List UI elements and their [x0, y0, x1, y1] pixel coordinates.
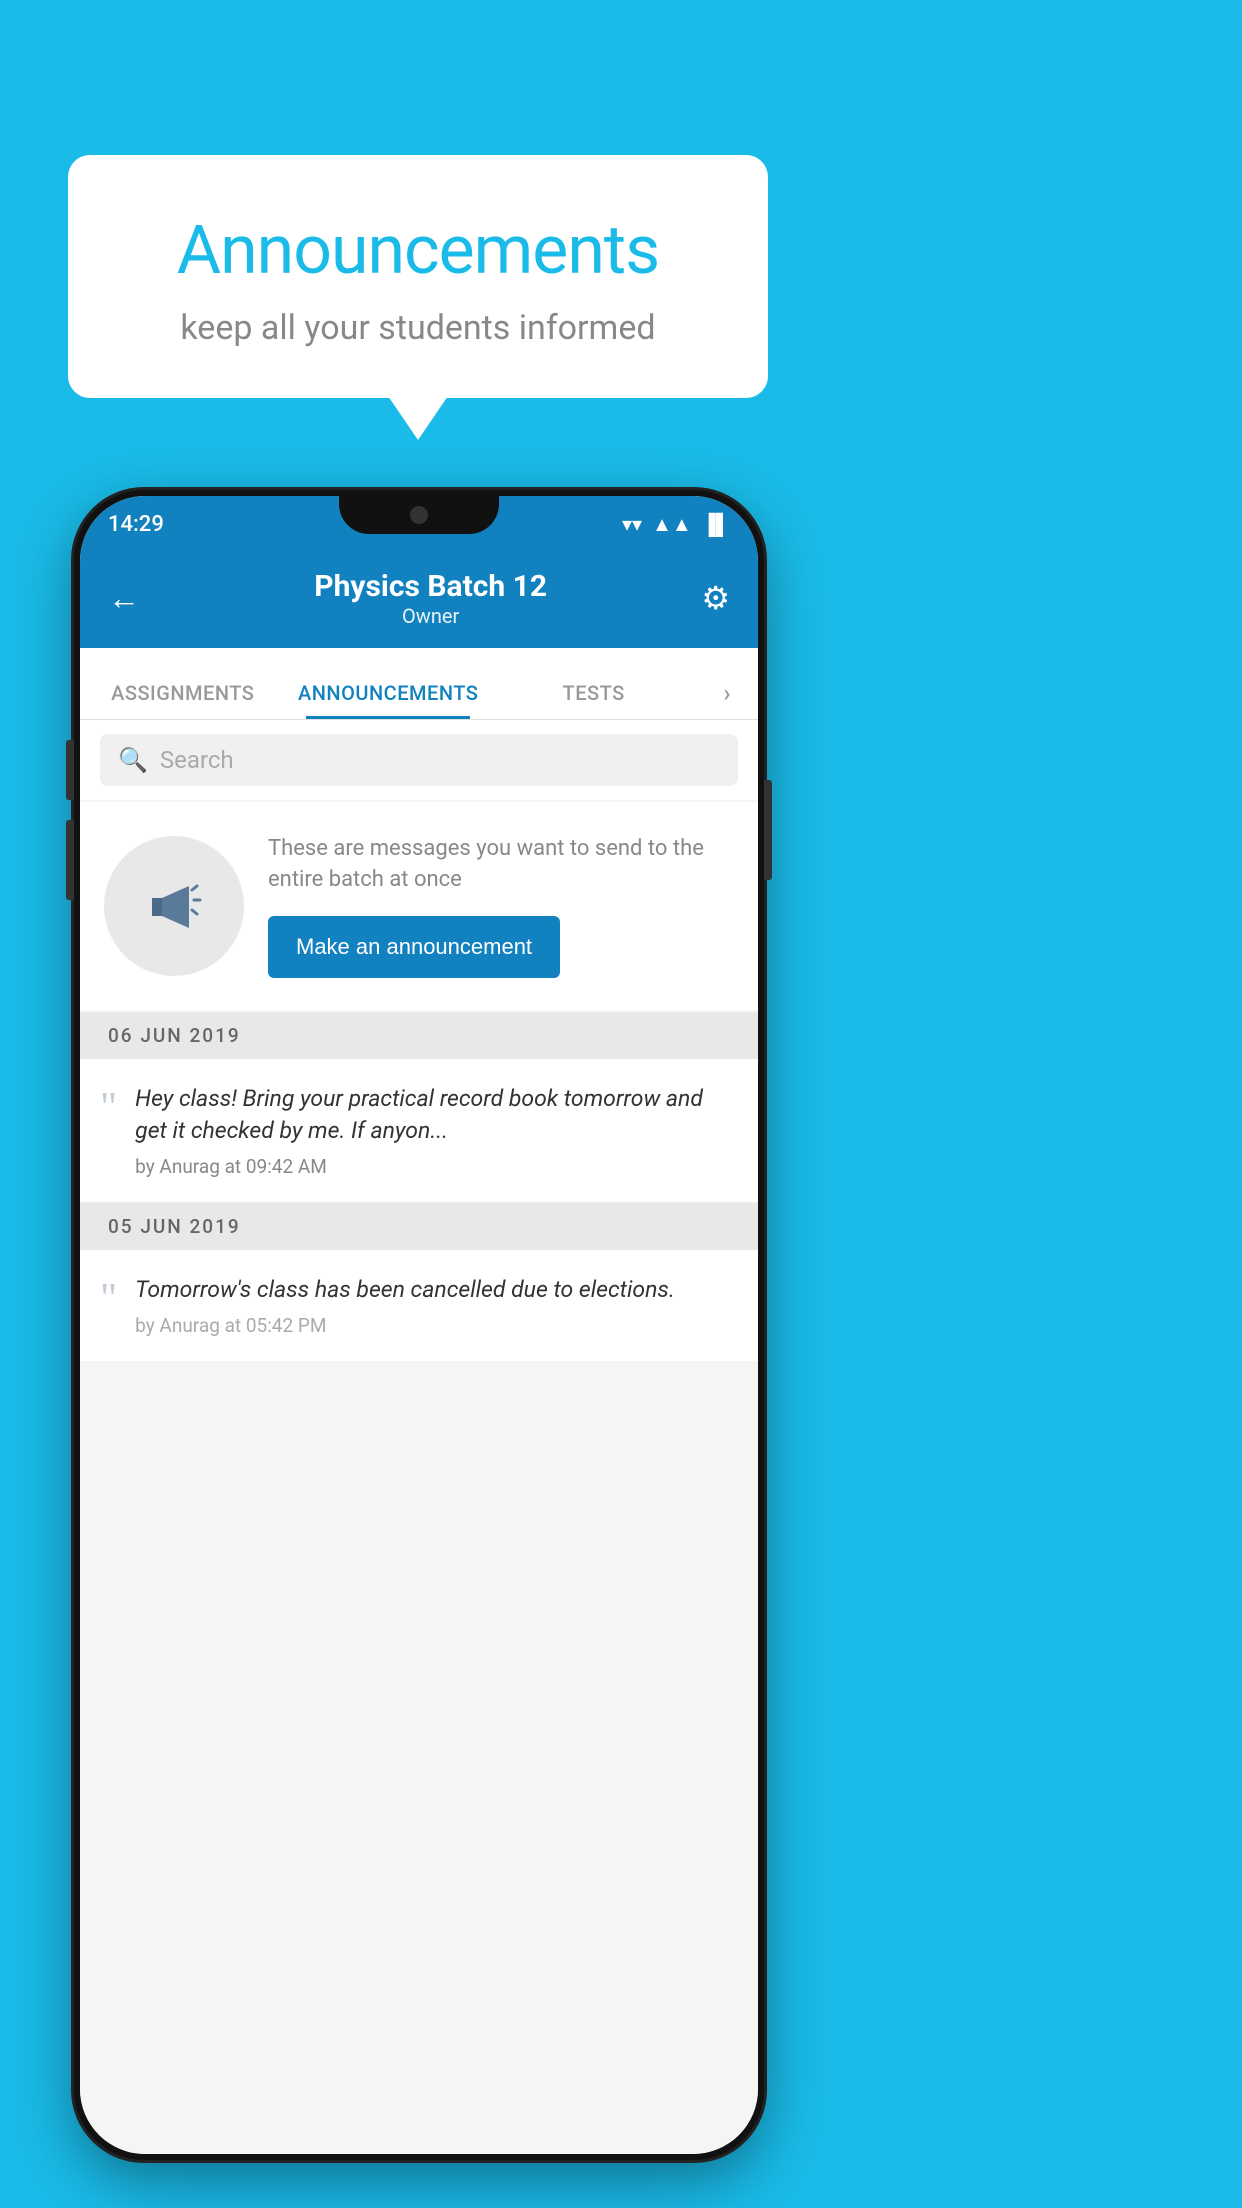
status-time: 14:29 — [108, 508, 164, 537]
announcement-meta-2: by Anurag at 05:42 PM — [135, 1314, 734, 1337]
announcement-meta-1: by Anurag at 09:42 AM — [135, 1155, 734, 1178]
announcement-cta-card: These are messages you want to send to t… — [80, 802, 758, 1010]
search-icon: 🔍 — [118, 746, 148, 774]
tab-announcements[interactable]: ANNOUNCEMENTS — [285, 681, 490, 719]
announcement-text-1: Hey class! Bring your practical record b… — [135, 1083, 734, 1147]
announcement-item-1[interactable]: " Hey class! Bring your practical record… — [80, 1059, 758, 1203]
app-bar-subtitle: Owner — [160, 604, 701, 628]
announcement-item-2[interactable]: " Tomorrow's class has been cancelled du… — [80, 1250, 758, 1361]
make-announcement-button[interactable]: Make an announcement — [268, 916, 560, 978]
front-camera — [410, 506, 428, 524]
app-bar-title: Physics Batch 12 — [160, 569, 701, 604]
speech-bubble-container: Announcements keep all your students inf… — [68, 155, 768, 398]
search-input-container[interactable]: 🔍 Search — [100, 734, 738, 786]
announcement-cta-description: These are messages you want to send to t… — [268, 834, 734, 896]
announcement-text-2: Tomorrow's class has been cancelled due … — [135, 1274, 734, 1306]
date-separator-2: 05 JUN 2019 — [80, 1203, 758, 1250]
volume-up-button — [66, 740, 74, 800]
quote-icon-2: " — [100, 1278, 117, 1320]
wifi-icon: ▾▾ — [622, 512, 642, 536]
app-bar: ← Physics Batch 12 Owner ⚙ — [80, 548, 758, 648]
speech-bubble-subtitle: keep all your students informed — [128, 308, 708, 348]
announcement-cta-right: These are messages you want to send to t… — [268, 834, 734, 978]
content-area: 🔍 Search These are mess — [80, 720, 758, 2154]
quote-icon-1: " — [100, 1087, 117, 1129]
tab-tests[interactable]: TESTS — [491, 681, 696, 719]
megaphone-svg — [134, 866, 214, 946]
battery-icon: ▐▌ — [702, 512, 730, 537]
phone-notch — [339, 496, 499, 534]
announcement-content-2: Tomorrow's class has been cancelled due … — [135, 1274, 734, 1337]
back-button[interactable]: ← — [108, 579, 140, 617]
tab-more[interactable]: › — [696, 679, 758, 719]
power-button — [764, 780, 772, 880]
phone-frame: 14:29 ▾▾ ▲▲ ▐▌ ← Physics Batch 12 Owner … — [74, 490, 764, 2160]
tabs-bar: ASSIGNMENTS ANNOUNCEMENTS TESTS › — [80, 648, 758, 720]
search-placeholder-text: Search — [160, 746, 234, 774]
speech-bubble: Announcements keep all your students inf… — [68, 155, 768, 398]
phone-screen: 14:29 ▾▾ ▲▲ ▐▌ ← Physics Batch 12 Owner … — [80, 496, 758, 2154]
volume-down-button — [66, 820, 74, 900]
search-section: 🔍 Search — [80, 720, 758, 800]
settings-icon[interactable]: ⚙ — [701, 579, 730, 617]
tab-assignments[interactable]: ASSIGNMENTS — [80, 681, 285, 719]
megaphone-icon-circle — [104, 836, 244, 976]
speech-bubble-title: Announcements — [128, 210, 708, 290]
signal-icon: ▲▲ — [652, 512, 692, 537]
announcement-content-1: Hey class! Bring your practical record b… — [135, 1083, 734, 1178]
status-icons: ▾▾ ▲▲ ▐▌ — [622, 508, 730, 537]
app-bar-title-group: Physics Batch 12 Owner — [160, 569, 701, 628]
date-separator-1: 06 JUN 2019 — [80, 1012, 758, 1059]
